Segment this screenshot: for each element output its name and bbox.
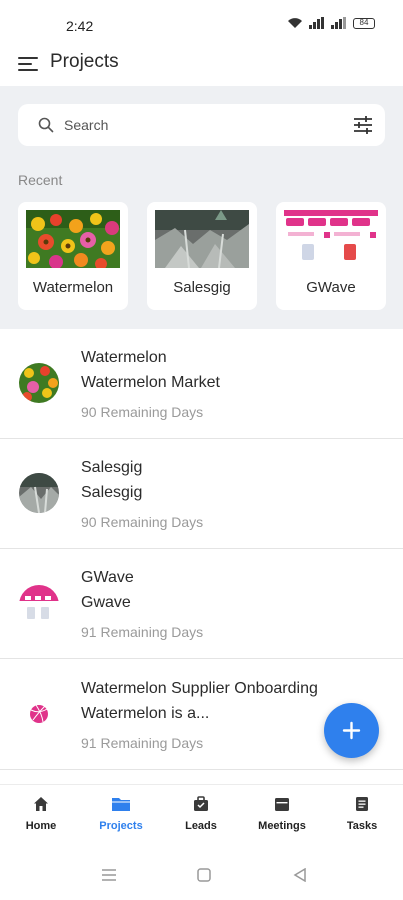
nav-home[interactable]: Home bbox=[1, 795, 81, 832]
home-square-icon[interactable] bbox=[197, 868, 211, 882]
battery-icon: 84 bbox=[353, 17, 375, 29]
project-title: Salesgig bbox=[81, 459, 143, 476]
status-time: 2:42 bbox=[66, 18, 94, 34]
project-avatar-flowers bbox=[19, 363, 59, 403]
project-title: Watermelon Supplier Onboarding bbox=[81, 680, 318, 697]
search-input[interactable]: Search bbox=[18, 104, 385, 146]
recent-card-name: Salesgig bbox=[173, 279, 231, 296]
list-item[interactable]: Watermelon Watermelon Market 90 Remainin… bbox=[0, 329, 403, 439]
project-avatar-app-screens bbox=[19, 585, 59, 625]
signal-icon-2 bbox=[331, 17, 346, 29]
recent-card-watermelon[interactable]: Watermelon bbox=[18, 202, 128, 310]
nav-label: Projects bbox=[99, 820, 143, 832]
recent-card-name: GWave bbox=[306, 279, 356, 296]
nav-tasks[interactable]: Tasks bbox=[322, 795, 402, 832]
recent-card-gwave[interactable]: GWave bbox=[276, 202, 386, 310]
home-icon bbox=[34, 797, 48, 811]
app-screens-thumbnail bbox=[284, 210, 378, 268]
list-item[interactable]: Salesgig Salesgig 90 Remaining Days bbox=[0, 439, 403, 549]
document-icon bbox=[356, 797, 368, 811]
recent-label: Recent bbox=[18, 172, 63, 188]
project-subtitle: Gwave bbox=[81, 594, 131, 611]
project-remaining-days: 91 Remaining Days bbox=[81, 624, 204, 640]
project-title: Watermelon bbox=[81, 349, 167, 366]
search-placeholder: Search bbox=[64, 117, 109, 133]
status-bar: 2:42 84 bbox=[0, 0, 403, 46]
project-subtitle: Salesgig bbox=[81, 484, 143, 501]
system-nav-bar bbox=[0, 846, 403, 900]
nav-label: Tasks bbox=[346, 820, 378, 832]
flowers-thumbnail bbox=[26, 210, 120, 268]
project-remaining-days: 91 Remaining Days bbox=[81, 735, 204, 751]
project-subtitle: Watermelon is a... bbox=[81, 705, 210, 722]
signal-icon bbox=[309, 17, 324, 29]
folder-icon bbox=[112, 798, 130, 811]
recent-card-salesgig[interactable]: Salesgig bbox=[147, 202, 257, 310]
plus-icon bbox=[342, 721, 361, 740]
filter-icon[interactable] bbox=[353, 114, 373, 136]
page-title: Projects bbox=[50, 51, 119, 72]
project-subtitle: Watermelon Market bbox=[81, 374, 220, 391]
recents-menu-icon[interactable] bbox=[101, 868, 117, 882]
calendar-icon bbox=[275, 798, 289, 811]
nav-label: Leads bbox=[185, 820, 217, 832]
rocks-thumbnail bbox=[155, 210, 249, 268]
status-icons: 84 bbox=[287, 17, 375, 29]
search-icon bbox=[38, 117, 54, 133]
project-title: GWave bbox=[81, 569, 134, 586]
nav-projects[interactable]: Projects bbox=[81, 795, 161, 832]
back-triangle-icon[interactable] bbox=[293, 868, 307, 882]
list-item[interactable]: GWave Gwave 91 Remaining Days bbox=[0, 549, 403, 659]
project-remaining-days: 90 Remaining Days bbox=[81, 514, 204, 530]
dribbble-logo-icon bbox=[19, 694, 59, 734]
project-avatar-rocks bbox=[19, 473, 59, 513]
add-project-button[interactable] bbox=[324, 703, 379, 758]
wifi-icon bbox=[288, 18, 302, 28]
recent-card-name: Watermelon bbox=[32, 279, 114, 296]
nav-label: Meetings bbox=[258, 820, 306, 832]
project-remaining-days: 90 Remaining Days bbox=[81, 404, 204, 420]
nav-leads[interactable]: Leads bbox=[161, 795, 241, 832]
top-panel: Search Recent Watermelon Salesgig GWave bbox=[0, 86, 403, 329]
briefcase-icon bbox=[194, 796, 208, 811]
bottom-nav: Home Projects Leads Meetings Tasks bbox=[0, 784, 403, 846]
nav-label: Home bbox=[25, 820, 57, 832]
menu-icon[interactable] bbox=[18, 55, 38, 71]
nav-meetings[interactable]: Meetings bbox=[242, 795, 322, 832]
app-bar: Projects bbox=[0, 46, 403, 86]
